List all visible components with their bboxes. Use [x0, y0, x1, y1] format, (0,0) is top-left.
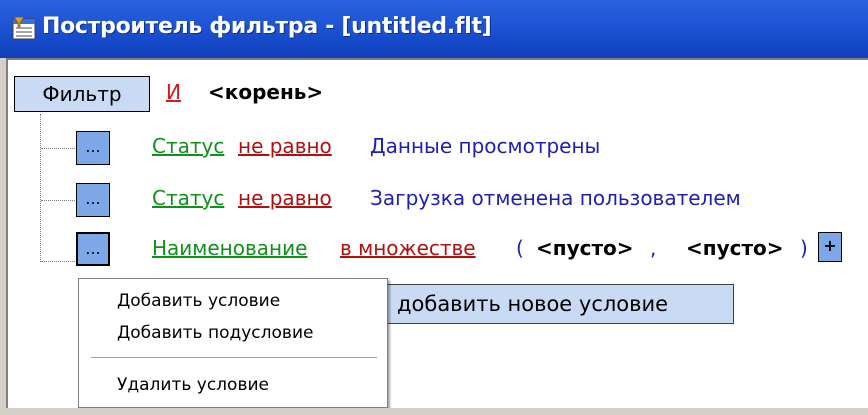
condition-field-link[interactable]: Статус	[152, 134, 224, 158]
tree-connector	[41, 148, 75, 149]
condition-operator-link[interactable]: не равно	[238, 186, 332, 210]
add-set-value-button[interactable]: +	[818, 232, 842, 262]
condition-context-menu: Добавить условие Добавить подусловие Уда…	[78, 278, 388, 408]
set-value-2[interactable]: <пусто>	[686, 236, 784, 260]
tree-connector	[41, 261, 75, 262]
condition-operator-link[interactable]: не равно	[238, 134, 332, 158]
set-open-paren: (	[516, 236, 524, 260]
condition-menu-button[interactable]: ...	[76, 232, 110, 266]
window-frame-bottom	[0, 408, 868, 415]
menu-item-add-subcondition[interactable]: Добавить подусловие	[117, 323, 313, 343]
set-comma: ,	[650, 236, 657, 260]
tree-connector-vertical	[40, 114, 41, 262]
condition-field-link[interactable]: Наименование	[152, 236, 307, 260]
menu-item-delete-condition[interactable]: Удалить условие	[117, 375, 269, 395]
set-close-paren: )	[800, 236, 808, 260]
tree-connector	[41, 200, 75, 201]
condition-operator-link[interactable]: в множестве	[340, 236, 476, 260]
root-operator-link[interactable]: И	[166, 80, 181, 104]
filter-app-icon	[12, 16, 38, 41]
menu-item-add-condition[interactable]: Добавить условие	[117, 291, 280, 311]
condition-menu-button[interactable]: ...	[76, 131, 110, 165]
root-label: <корень>	[208, 80, 324, 104]
menu-separator	[91, 357, 377, 359]
add-new-condition-button[interactable]: добавить новое условие	[382, 284, 734, 324]
condition-menu-button[interactable]: ...	[76, 183, 110, 217]
set-value-1[interactable]: <пусто>	[536, 236, 634, 260]
condition-value[interactable]: Загрузка отменена пользователем	[370, 186, 741, 210]
condition-value[interactable]: Данные просмотрены	[370, 134, 600, 158]
filter-builder-window: Построитель фильтра - [untitled.flt] Фил…	[0, 0, 868, 415]
condition-field-link[interactable]: Статус	[152, 186, 224, 210]
title-bar[interactable]: Построитель фильтра - [untitled.flt]	[0, 0, 868, 58]
window-title: Построитель фильтра - [untitled.flt]	[42, 14, 492, 39]
root-filter-button[interactable]: Фильтр	[14, 76, 150, 112]
